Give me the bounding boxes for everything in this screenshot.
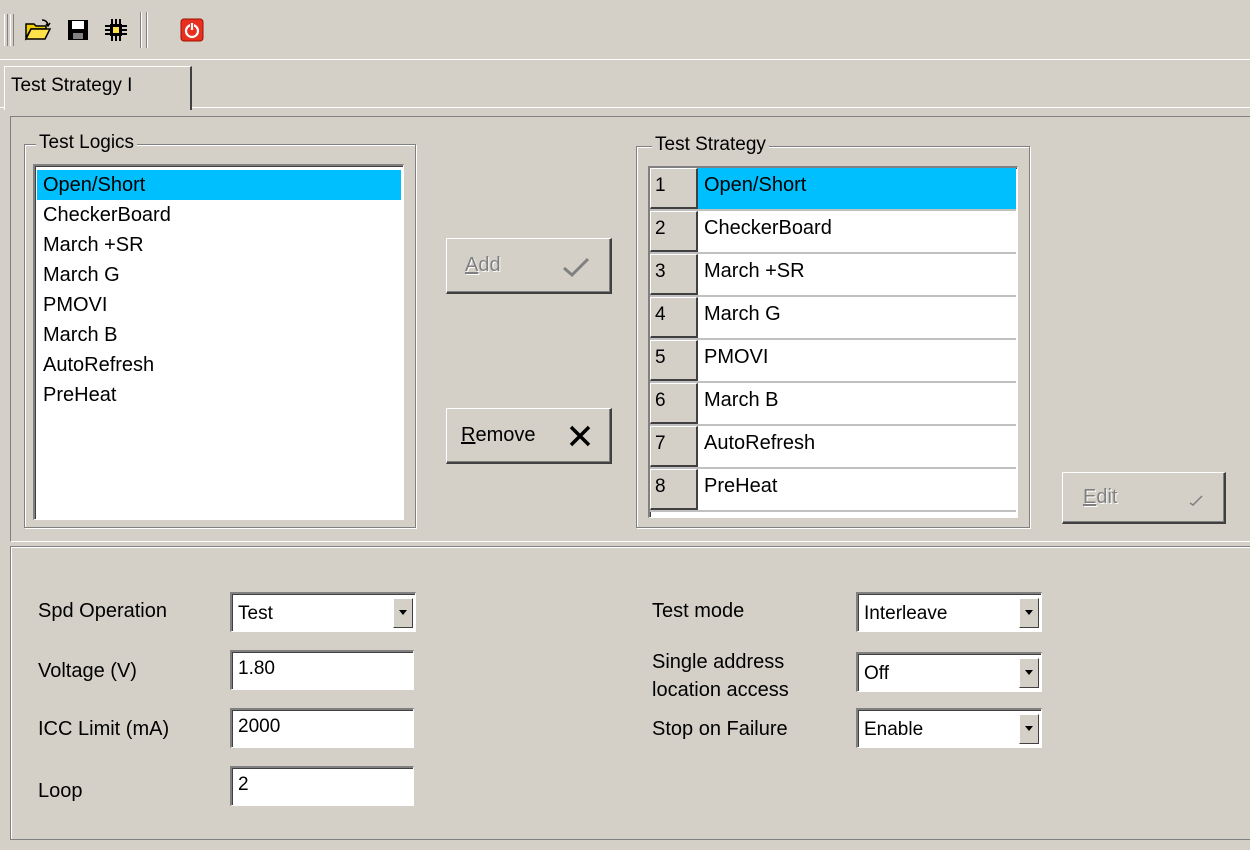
row-number: 3	[650, 254, 698, 295]
loop-label: Loop	[38, 780, 83, 802]
row-name[interactable]: AutoRefresh	[698, 426, 1016, 467]
x-icon	[569, 425, 591, 447]
test-logics-list[interactable]: Open/Short CheckerBoard March +SR March G PM…	[33, 164, 404, 520]
single-address-label: Single address location access	[652, 648, 789, 704]
table-row[interactable]: 7 AutoRefresh	[650, 426, 1016, 469]
toolbar	[0, 0, 1250, 60]
checkmark-icon-small	[1189, 495, 1203, 506]
test-mode-value: Interleave	[864, 603, 948, 624]
test-strategy-grid[interactable]: 1 Open/Short 2 CheckerBoard 3 March +SR 4 March…	[648, 166, 1018, 518]
list-item[interactable]: CheckerBoard	[37, 200, 401, 230]
tab-test-strategy[interactable]: Test Strategy I	[4, 66, 192, 110]
row-name[interactable]: PreHeat	[698, 469, 1016, 510]
table-row[interactable]: 2 CheckerBoard	[650, 211, 1016, 254]
test-mode-select[interactable]: Interleave	[856, 592, 1042, 632]
test-strategy-title: Test Strategy	[652, 134, 769, 156]
test-logics-title: Test Logics	[36, 132, 138, 154]
loop-input[interactable]: 2	[230, 766, 414, 806]
row-number: 7	[650, 426, 698, 467]
list-item[interactable]: March +SR	[37, 230, 401, 260]
list-item[interactable]: Open/Short	[37, 170, 401, 200]
voltage-label: Voltage (V)	[38, 660, 137, 682]
table-row[interactable]: 6 March B	[650, 383, 1016, 426]
remove-button-label: Remove	[461, 424, 536, 446]
power-icon[interactable]	[176, 14, 208, 46]
add-button[interactable]: Add	[446, 238, 612, 294]
table-row[interactable]: 3 March +SR	[650, 254, 1016, 297]
spd-operation-select[interactable]: Test	[230, 592, 416, 632]
list-item[interactable]: AutoRefresh	[37, 350, 401, 380]
open-folder-icon[interactable]	[22, 14, 54, 46]
list-item[interactable]: PreHeat	[37, 380, 401, 410]
row-name[interactable]: March +SR	[698, 254, 1016, 295]
stop-on-failure-select[interactable]: Enable	[856, 708, 1042, 748]
test-mode-label: Test mode	[652, 600, 745, 622]
chip-icon[interactable]	[100, 14, 132, 46]
row-name[interactable]: March B	[698, 383, 1016, 424]
row-number: 5	[650, 340, 698, 381]
row-name[interactable]: PMOVI	[698, 340, 1016, 381]
table-row[interactable]: 8 PreHeat	[650, 469, 1016, 512]
toolbar-separator	[140, 12, 142, 48]
row-number: 4	[650, 297, 698, 338]
save-disk-icon[interactable]	[62, 14, 94, 46]
list-item[interactable]: March G	[37, 260, 401, 290]
checkmark-icon	[563, 257, 590, 278]
toolbar-grip[interactable]	[4, 14, 8, 46]
table-row[interactable]: 5 PMOVI	[650, 340, 1016, 383]
row-name[interactable]: CheckerBoard	[698, 211, 1016, 252]
spd-operation-label: Spd Operation	[38, 600, 167, 622]
stop-on-failure-value: Enable	[864, 719, 924, 740]
icc-limit-input[interactable]: 2000	[230, 708, 414, 748]
table-row[interactable]: 1 Open/Short	[650, 168, 1016, 211]
list-item[interactable]: PMOVI	[37, 290, 401, 320]
chevron-down-icon[interactable]	[393, 598, 413, 628]
chevron-down-icon[interactable]	[1019, 714, 1039, 744]
stop-on-failure-label: Stop on Failure	[652, 718, 788, 740]
voltage-input[interactable]: 1.80	[230, 650, 414, 690]
settings-panel	[10, 546, 1250, 840]
add-button-label: Add	[465, 254, 501, 276]
edit-button[interactable]: Edit	[1062, 472, 1226, 524]
row-number: 8	[650, 469, 698, 510]
remove-button[interactable]: Remove	[446, 408, 612, 464]
spd-operation-value: Test	[238, 603, 273, 624]
single-address-select[interactable]: Off	[856, 652, 1042, 692]
list-item[interactable]: March B	[37, 320, 401, 350]
row-name[interactable]: March G	[698, 297, 1016, 338]
single-address-label-line2: location access	[652, 679, 789, 701]
chevron-down-icon[interactable]	[1019, 598, 1039, 628]
single-address-value: Off	[864, 663, 889, 684]
table-row[interactable]: 4 March G	[650, 297, 1016, 340]
row-number: 1	[650, 168, 698, 209]
icc-limit-label: ICC Limit (mA)	[38, 718, 170, 740]
chevron-down-icon[interactable]	[1019, 658, 1039, 688]
toolbar-grip-2	[10, 14, 14, 46]
toolbar-separator-2	[146, 12, 148, 48]
single-address-label-line1: Single address	[652, 651, 785, 673]
edit-button-label: Edit	[1083, 486, 1118, 508]
row-name[interactable]: Open/Short	[698, 168, 1016, 209]
row-number: 6	[650, 383, 698, 424]
row-number: 2	[650, 211, 698, 252]
